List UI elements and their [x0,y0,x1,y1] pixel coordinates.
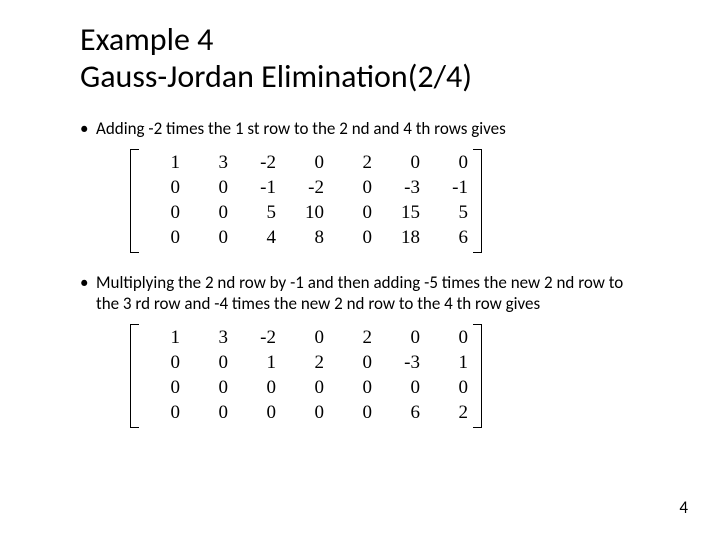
slide: Example 4 Gauss-Jordan Elimination(2/4) … [0,0,720,540]
matrix-cell: 0 [138,176,186,201]
bullet-2: Multiplying the 2 nd row by -1 and then … [80,272,650,315]
matrix-cell: 3 [186,151,234,176]
matrix-cell: 0 [426,151,474,176]
matrix-2-bracket: 1 3 -2 0 2 0 0 0 0 1 2 0 -3 [130,324,482,428]
matrix-cell: 18 [378,226,426,251]
matrix-cell: 0 [426,326,474,351]
matrix-cell: 2 [330,326,378,351]
matrix-cell: 0 [330,201,378,226]
matrix-cell: 0 [330,351,378,376]
matrix-1: 1 3 -2 0 2 0 0 0 0 -1 -2 0 -3 [130,149,482,253]
matrix-cell: 0 [138,401,186,426]
matrix-cell: 5 [234,201,282,226]
matrix-cell: 1 [234,351,282,376]
matrix-cell: 0 [186,226,234,251]
matrix-cell: 0 [186,201,234,226]
bullet-1: Adding -2 times the 1 st row to the 2 nd… [80,118,650,139]
matrix-cell: 2 [330,151,378,176]
matrix-cell: -3 [378,351,426,376]
matrix-1-bracket: 1 3 -2 0 2 0 0 0 0 -1 -2 0 -3 [130,149,482,253]
matrix-cell: 6 [426,226,474,251]
matrix-cell: 0 [282,326,330,351]
matrix-cell: 0 [138,376,186,401]
matrix-cell: 0 [138,226,186,251]
matrix-cell: 1 [138,151,186,176]
matrix-cell: 0 [330,401,378,426]
matrix-cell: 4 [234,226,282,251]
matrix-cell: 1 [138,326,186,351]
matrix-cell: 0 [378,376,426,401]
title-line-1: Example 4 [80,22,472,59]
matrix-cell: 8 [282,226,330,251]
matrix-cell: 0 [138,351,186,376]
matrix-cell: 0 [234,401,282,426]
matrix-cell: 1 [426,351,474,376]
slide-title: Example 4 Gauss-Jordan Elimination(2/4) [80,22,472,96]
slide-body: Adding -2 times the 1 st row to the 2 nd… [80,118,650,447]
matrix-cell: 6 [378,401,426,426]
matrix-cell: 0 [330,176,378,201]
matrix-cell: -2 [282,176,330,201]
matrix-cell: 0 [282,401,330,426]
matrix-cell: 0 [282,151,330,176]
title-line-2: Gauss-Jordan Elimination(2/4) [80,59,472,96]
matrix-cell: -1 [234,176,282,201]
matrix-cell: 2 [426,401,474,426]
matrix-cell: 0 [378,151,426,176]
matrix-cell: 0 [330,376,378,401]
matrix-cell: 0 [378,326,426,351]
matrix-2: 1 3 -2 0 2 0 0 0 0 1 2 0 -3 [130,324,482,428]
matrix-cell: -3 [378,176,426,201]
matrix-cell: 2 [282,351,330,376]
matrix-cell: 0 [186,401,234,426]
matrix-cell: 5 [426,201,474,226]
matrix-cell: 0 [330,226,378,251]
matrix-cell: 0 [138,201,186,226]
matrix-cell: 0 [282,376,330,401]
matrix-cell: 0 [186,351,234,376]
matrix-cell: -2 [234,151,282,176]
matrix-cell: -1 [426,176,474,201]
matrix-cell: -2 [234,326,282,351]
matrix-1-table: 1 3 -2 0 2 0 0 0 0 -1 -2 0 -3 [138,151,474,251]
matrix-cell: 3 [186,326,234,351]
matrix-cell: 15 [378,201,426,226]
matrix-2-table: 1 3 -2 0 2 0 0 0 0 1 2 0 -3 [138,326,474,426]
matrix-cell: 0 [186,376,234,401]
matrix-cell: 10 [282,201,330,226]
matrix-cell: 0 [426,376,474,401]
matrix-cell: 0 [186,176,234,201]
matrix-cell: 0 [234,376,282,401]
page-number: 4 [679,497,688,518]
